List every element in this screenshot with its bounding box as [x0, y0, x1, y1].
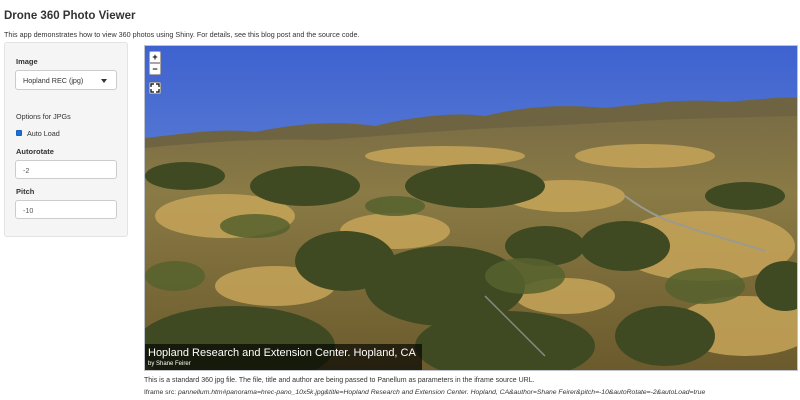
pitch-label: Pitch	[16, 187, 35, 196]
autorotate-input[interactable]: -2	[15, 160, 117, 179]
panorama-viewer[interactable]: + − Hopland Research and Extension Cente…	[144, 45, 798, 371]
panorama-info-box: Hopland Research and Extension Center. H…	[145, 344, 422, 370]
autoload-label: Auto Load	[27, 129, 60, 138]
autoload-checkbox[interactable]	[16, 130, 22, 136]
fullscreen-button[interactable]	[149, 82, 161, 94]
app-description: This app demonstrates how to view 360 ph…	[4, 30, 360, 39]
image-label: Image	[16, 57, 38, 66]
panorama-image[interactable]	[145, 46, 798, 371]
pitch-input[interactable]: -10	[15, 200, 117, 219]
options-label: Options for JPGs	[16, 112, 71, 121]
zoom-out-button[interactable]: −	[149, 63, 161, 75]
panorama-author: by Shane Feirer	[148, 361, 191, 367]
iframe-src-prefix: Iframe src:	[144, 389, 178, 396]
iframe-src-url: pannellum.htm#panorama=hrec-pano_10x5k.j…	[178, 389, 706, 396]
chevron-down-icon	[101, 79, 107, 83]
panorama-title: Hopland Research and Extension Center. H…	[148, 347, 416, 359]
autorotate-value: -2	[23, 166, 30, 175]
viewer-caption: This is a standard 360 jpg file. The fil…	[144, 377, 535, 384]
zoom-in-button[interactable]: +	[149, 51, 161, 63]
app-title: Drone 360 Photo Viewer	[4, 10, 136, 22]
fullscreen-icon	[150, 83, 160, 93]
sidebar-panel: Image Hopland REC (jpg) Options for JPGs…	[4, 42, 128, 237]
autorotate-label: Autorotate	[16, 147, 54, 156]
image-select-value: Hopland REC (jpg)	[23, 76, 84, 85]
image-select[interactable]: Hopland REC (jpg)	[15, 70, 117, 90]
pitch-value: -10	[23, 206, 34, 215]
iframe-src-line: Iframe src: pannellum.htm#panorama=hrec-…	[144, 389, 705, 396]
